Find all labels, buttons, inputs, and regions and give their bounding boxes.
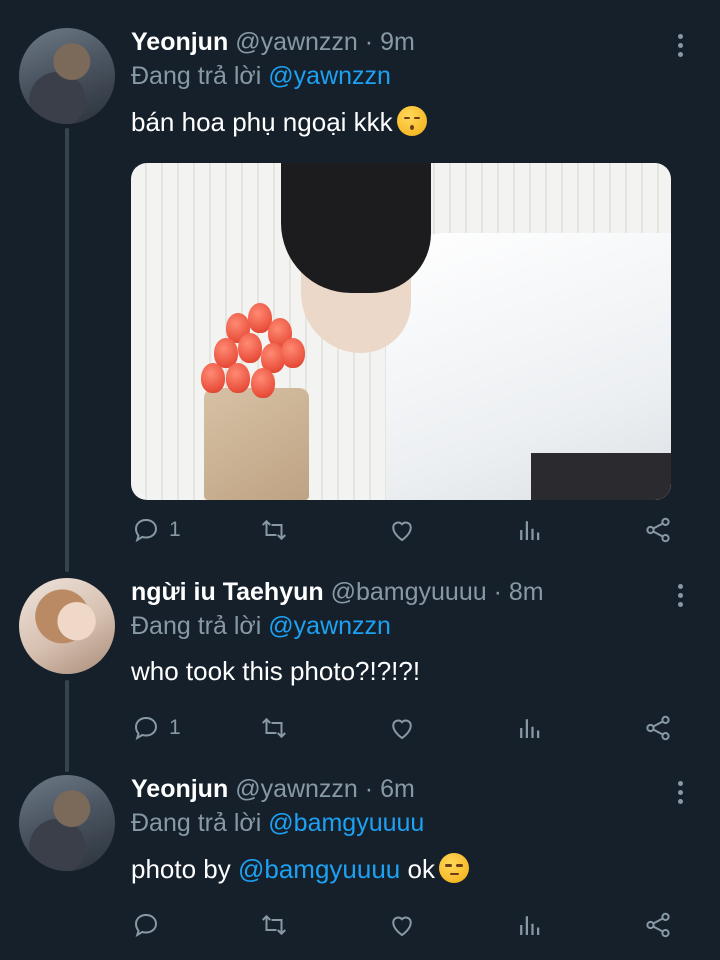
replying-label: Đang trả lời <box>131 612 262 640</box>
like-button[interactable] <box>387 905 425 945</box>
flower-bouquet <box>196 293 316 500</box>
more-options-icon[interactable] <box>674 584 686 610</box>
display-name[interactable]: ngừi iu Taehyun <box>131 578 324 606</box>
analytics-icon <box>520 719 540 738</box>
conversation-thread: Yeonjun @yawnzzn · 9m Đang trả lời @yawn… <box>0 0 720 960</box>
tweet-actions: 1 <box>131 708 691 748</box>
mention-link[interactable]: @yawnzzn <box>268 612 391 640</box>
separator-dot: · <box>364 28 374 56</box>
analytics-icon <box>520 521 540 540</box>
reply-button[interactable]: 1 <box>131 708 181 748</box>
user-handle[interactable]: @bamgyuuuu <box>331 578 487 606</box>
tweet-actions: 1 <box>131 510 691 550</box>
reply-count: 1 <box>169 716 181 739</box>
reply-button[interactable]: 1 <box>131 510 181 550</box>
replying-to: Đang trả lời @bamgyuuuu <box>131 809 424 838</box>
tweet-photo[interactable] <box>131 163 671 500</box>
user-handle[interactable]: @yawnzzn <box>235 775 358 803</box>
tweet-text: who took this photo?!?!?! <box>131 656 420 687</box>
display-name[interactable]: Yeonjun <box>131 28 228 56</box>
tweet-header: Yeonjun @yawnzzn · 9m <box>131 28 415 57</box>
user-handle[interactable]: @yawnzzn <box>235 28 358 56</box>
timestamp[interactable]: 8m <box>509 578 544 606</box>
avatar[interactable] <box>19 775 115 871</box>
avatar[interactable] <box>19 28 115 124</box>
replying-label: Đang trả lời <box>131 62 262 90</box>
reply-icon <box>134 716 158 741</box>
tweet-body-suffix: ok <box>407 854 435 884</box>
tweet-text: bán hoa phụ ngoại kkk <box>131 106 427 138</box>
timestamp[interactable]: 9m <box>380 28 415 56</box>
retweet-button[interactable] <box>259 905 297 945</box>
tweet-header: Yeonjun @yawnzzn · 6m <box>131 775 415 804</box>
analytics-button[interactable] <box>515 708 545 748</box>
separator-dot: · <box>493 578 502 606</box>
reply-icon <box>134 518 158 543</box>
replying-label: Đang trả lời <box>131 809 262 837</box>
mention-link[interactable]: @bamgyuuuu <box>238 854 400 884</box>
analytics-button[interactable] <box>515 905 545 945</box>
mention-link[interactable]: @yawnzzn <box>268 62 391 90</box>
more-options-icon[interactable] <box>674 34 686 60</box>
like-icon <box>392 916 412 937</box>
share-icon <box>646 912 670 938</box>
tweet-header: ngừi iu Taehyun @bamgyuuuu · 8m <box>131 578 544 607</box>
retweet-icon <box>262 914 286 936</box>
tweet-body: bán hoa phụ ngoại kkk <box>131 107 393 137</box>
tweet-actions <box>131 905 691 945</box>
like-icon <box>392 521 412 542</box>
separator-dot: · <box>364 775 374 803</box>
tweet-body: who took this photo?!?!?! <box>131 656 421 686</box>
retweet-icon <box>262 717 286 739</box>
tweet[interactable]: Yeonjun @yawnzzn · 6m Đang trả lời @bamg… <box>0 747 720 960</box>
analytics-button[interactable] <box>515 510 545 550</box>
more-options-icon[interactable] <box>674 781 686 807</box>
share-button[interactable] <box>643 510 673 550</box>
kissing-face-emoji <box>396 106 427 136</box>
analytics-icon <box>520 916 540 935</box>
retweet-button[interactable] <box>259 708 297 748</box>
share-button[interactable] <box>643 708 673 748</box>
tweet[interactable]: Yeonjun @yawnzzn · 9m Đang trả lời @yawn… <box>0 0 720 560</box>
tweet[interactable]: ngừi iu Taehyun @bamgyuuuu · 8m Đang trả… <box>0 550 720 750</box>
mention-link[interactable]: @bamgyuuuu <box>268 809 424 837</box>
retweet-icon <box>262 519 286 541</box>
share-icon <box>646 517 670 543</box>
replying-to: Đang trả lời @yawnzzn <box>131 612 391 641</box>
reply-button[interactable] <box>131 905 169 945</box>
avatar[interactable] <box>19 578 115 674</box>
like-button[interactable] <box>387 708 425 748</box>
retweet-button[interactable] <box>259 510 297 550</box>
unamused-face-emoji <box>438 853 469 883</box>
reply-icon <box>134 913 158 938</box>
like-button[interactable] <box>387 510 425 550</box>
display-name[interactable]: Yeonjun <box>131 775 228 803</box>
replying-to: Đang trả lời @yawnzzn <box>131 62 391 91</box>
share-icon <box>646 715 670 741</box>
tweet-text: photo by @bamgyuuuu ok <box>131 853 469 885</box>
timestamp[interactable]: 6m <box>380 775 415 803</box>
share-button[interactable] <box>643 905 673 945</box>
reply-count: 1 <box>169 518 181 541</box>
like-icon <box>392 719 412 740</box>
tweet-body-prefix: photo by <box>131 854 231 884</box>
